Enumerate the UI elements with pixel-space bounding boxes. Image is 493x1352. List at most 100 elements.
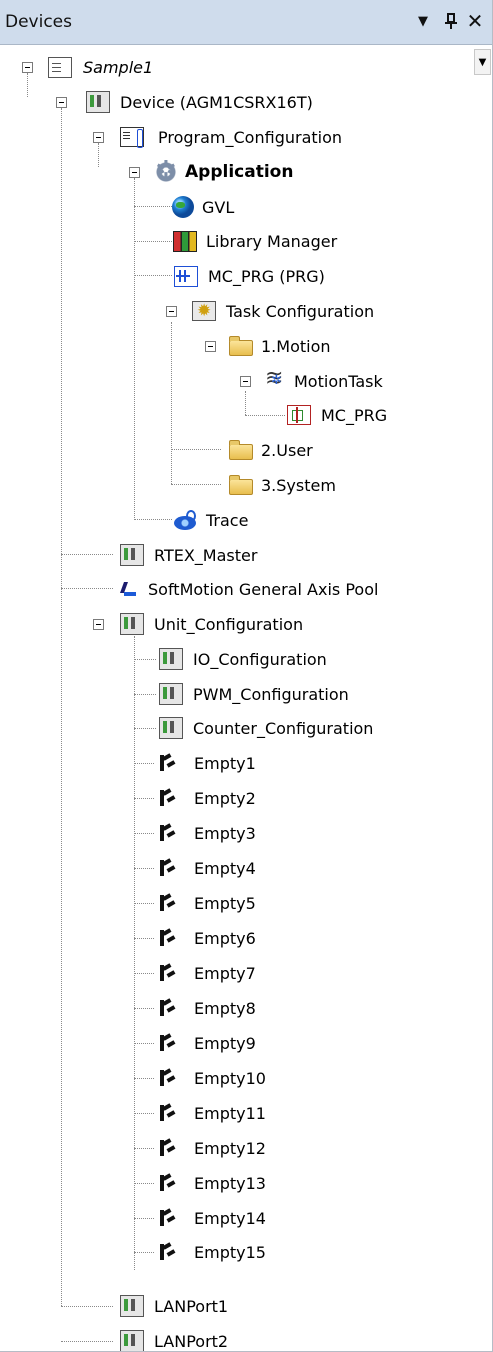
- tree-node-label: Task Configuration: [226, 301, 375, 321]
- tree-node-sample1[interactable]: Sample1: [45, 53, 153, 81]
- tree-node-label: Trace: [206, 510, 249, 530]
- expander-sample1[interactable]: [22, 62, 33, 73]
- tree-node-empty-slot[interactable]: Empty11: [154, 1099, 266, 1127]
- tree-node-label: Empty15: [194, 1242, 266, 1262]
- tree-node-empty-slot[interactable]: Empty14: [154, 1204, 266, 1232]
- expander-unit-configuration[interactable]: [93, 619, 104, 630]
- empty-slot-icon: [154, 1102, 176, 1124]
- tree-node-empty-slot[interactable]: Empty2: [154, 784, 256, 812]
- tree-node-folder-system[interactable]: 3.System: [229, 471, 336, 499]
- tree-node-mc-prg-prg[interactable]: MC_PRG (PRG): [172, 262, 325, 290]
- application-gear-icon: [155, 158, 177, 184]
- tree-node-pwm-configuration[interactable]: PWM_Configuration: [157, 680, 349, 708]
- tree-node-empty-slot[interactable]: Empty6: [154, 924, 256, 952]
- tree-node-io-configuration[interactable]: IO_Configuration: [157, 645, 327, 673]
- tree-node-label: Empty11: [194, 1103, 266, 1123]
- empty-slot-icon: [154, 752, 176, 774]
- tree-node-rtex-master[interactable]: RTEX_Master: [118, 541, 257, 569]
- empty-slot-icon: [154, 1137, 176, 1159]
- tree-node-lan-port1[interactable]: LANPort1: [118, 1292, 228, 1320]
- tree-node-gvl[interactable]: GVL: [172, 193, 234, 221]
- tree-node-motion-task[interactable]: MotionTask: [264, 367, 383, 395]
- expander-device[interactable]: [56, 97, 67, 108]
- tree-node-lan-port2[interactable]: LANPort2: [118, 1327, 229, 1351]
- empty-slot-icon: [154, 892, 176, 914]
- tree-node-label: SoftMotion General Axis Pool: [148, 579, 379, 599]
- tree-node-label: MC_PRG: [321, 405, 388, 425]
- tree-node-empty-slot[interactable]: Empty3: [154, 819, 256, 847]
- tree-node-label: Empty13: [194, 1173, 266, 1193]
- tree-node-mc-prg-call[interactable]: MC_PRG: [285, 401, 387, 429]
- tree-node-label: Empty3: [194, 823, 256, 843]
- tree-node-label: Unit_Configuration: [154, 614, 304, 634]
- task-configuration-icon: [192, 301, 216, 321]
- axis-pool-icon: [118, 578, 140, 600]
- empty-slot-icon: [154, 927, 176, 949]
- tree-node-label: Program_Configuration: [158, 127, 343, 147]
- empty-slot-icon: [154, 1241, 176, 1263]
- expander-task-configuration[interactable]: [166, 306, 177, 317]
- tree-node-empty-slot[interactable]: Empty12: [154, 1134, 266, 1162]
- tree-node-folder-motion[interactable]: 1.Motion: [229, 332, 331, 360]
- expander-program-configuration[interactable]: [93, 132, 104, 143]
- empty-slot-icon: [154, 962, 176, 984]
- device-icon: [159, 717, 183, 739]
- tree-node-empty-slot[interactable]: Empty10: [154, 1064, 266, 1092]
- folder-icon: [229, 336, 253, 356]
- project-file-icon: [48, 56, 72, 78]
- tree-node-label: 3.System: [261, 475, 336, 495]
- tree-node-empty-slot[interactable]: Empty8: [154, 994, 256, 1022]
- device-icon: [120, 544, 144, 566]
- program-call-icon: [287, 405, 311, 425]
- empty-slot-icon: [154, 1172, 176, 1194]
- tree-node-empty-slot[interactable]: Empty1: [154, 749, 256, 777]
- tree-node-label: Empty9: [194, 1033, 256, 1053]
- tree-node-label: Empty7: [194, 963, 256, 983]
- folder-icon: [229, 475, 253, 495]
- tree-node-counter-configuration[interactable]: Counter_Configuration: [157, 714, 373, 742]
- tree-node-application[interactable]: Application: [155, 158, 293, 186]
- expander-motion-task[interactable]: [240, 376, 251, 387]
- tree-node-label: Empty8: [194, 998, 256, 1018]
- tree-node-task-configuration[interactable]: Task Configuration: [190, 297, 374, 325]
- tree-node-label: PWM_Configuration: [193, 684, 349, 704]
- device-icon: [86, 91, 110, 113]
- tree-node-empty-slot[interactable]: Empty7: [154, 959, 256, 987]
- tree-node-empty-slot[interactable]: Empty5: [154, 889, 256, 917]
- tree-node-label: Library Manager: [206, 231, 338, 251]
- device-icon: [120, 613, 144, 635]
- tree-node-empty-slot[interactable]: Empty15: [154, 1238, 266, 1266]
- gvl-globe-icon: [172, 196, 194, 218]
- tree-node-label: Empty1: [194, 753, 256, 773]
- empty-slot-icon: [154, 1207, 176, 1229]
- program-configuration-icon: [120, 127, 144, 148]
- tree-node-label: Sample1: [83, 57, 154, 77]
- tree-node-label: LANPort2: [154, 1331, 229, 1351]
- tree-node-unit-configuration[interactable]: Unit_Configuration: [118, 610, 303, 638]
- tree-node-trace[interactable]: Trace: [172, 506, 248, 534]
- tree-node-label: MotionTask: [294, 371, 383, 391]
- tree-node-label: Empty14: [194, 1208, 266, 1228]
- tree-node-softmotion-pool[interactable]: SoftMotion General Axis Pool: [118, 575, 378, 603]
- tree-node-empty-slot[interactable]: Empty9: [154, 1029, 256, 1057]
- tree-node-empty-slot[interactable]: Empty13: [154, 1169, 266, 1197]
- folder-icon: [229, 440, 253, 460]
- tree-node-empty-slot[interactable]: Empty4: [154, 854, 256, 882]
- tree-node-label: Empty2: [194, 788, 256, 808]
- trace-icon: [174, 510, 196, 530]
- tree-dropdown-button[interactable]: ▼: [474, 49, 491, 75]
- empty-slot-icon: [154, 822, 176, 844]
- device-icon: [159, 648, 183, 670]
- library-books-icon: [173, 230, 197, 252]
- tree-node-label: RTEX_Master: [154, 545, 258, 565]
- device-icon: [120, 1330, 144, 1351]
- tree-node-library-manager[interactable]: Library Manager: [172, 227, 337, 255]
- tree-node-label: 2.User: [261, 440, 313, 460]
- tree-node-label: Empty5: [194, 893, 256, 913]
- expander-application[interactable]: [129, 167, 140, 178]
- expander-motion-folder[interactable]: [205, 341, 216, 352]
- device-icon: [159, 683, 183, 705]
- tree-node-folder-user[interactable]: 2.User: [229, 436, 313, 464]
- tree-node-program-configuration[interactable]: Program_Configuration: [118, 123, 342, 151]
- tree-node-device[interactable]: Device (AGM1CSRX16T): [84, 88, 313, 116]
